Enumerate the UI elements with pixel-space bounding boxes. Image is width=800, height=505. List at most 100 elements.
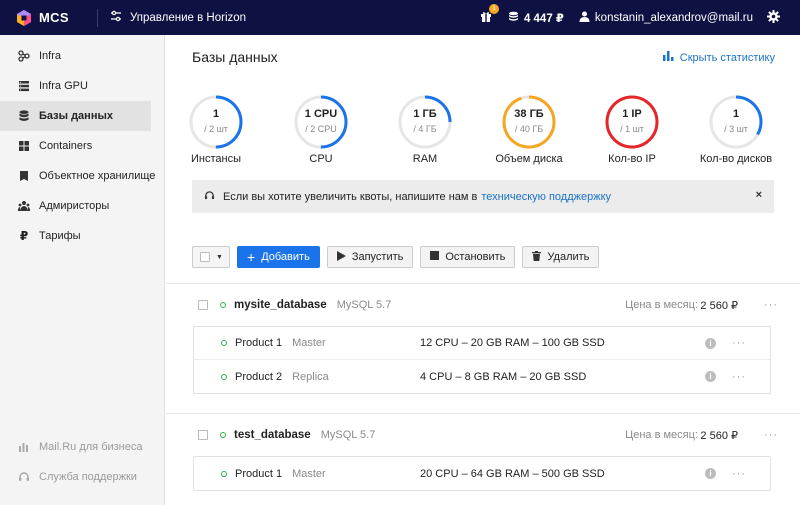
stop-icon <box>430 251 440 263</box>
balance[interactable]: 4 447 ₽ <box>508 11 564 25</box>
more-menu-icon[interactable]: ··· <box>764 429 778 441</box>
delete-button[interactable]: Удалить <box>522 246 600 268</box>
database-icon <box>18 110 30 122</box>
stat-label: Кол-во дисков <box>699 153 773 165</box>
price-label: Цена в месяц: <box>625 429 698 441</box>
quota-stats: 1 / 2 шт Инстансы 1 CPU / 2 CPU CPU 1 ГБ… <box>189 94 780 174</box>
admins-icon <box>18 200 30 212</box>
hide-stats-link[interactable]: Скрыть статистику <box>662 51 775 64</box>
price-value: 2 560 ₽ <box>700 299 738 312</box>
info-icon[interactable]: i <box>705 468 716 479</box>
database-row[interactable]: mysite_database MySQL 5.7 Цена в месяц: … <box>198 297 778 313</box>
product-config: 20 CPU – 64 GB RAM – 500 GB SSD <box>420 467 605 480</box>
product-row[interactable]: Product 1 Master 12 CPU – 20 GB RAM – 10… <box>194 327 770 360</box>
ruble-icon: ₽ <box>19 229 29 243</box>
sidebar-item-databases[interactable]: Базы данных <box>0 101 151 131</box>
gpu-icon <box>18 80 30 92</box>
price-value: 2 560 ₽ <box>700 429 738 442</box>
sidebar-item-label: Базы данных <box>39 110 113 122</box>
stat-total: / 3 шт <box>724 124 748 134</box>
ring-svg <box>502 95 556 149</box>
quota-ring: 1 ГБ / 4 ГБ <box>397 94 453 150</box>
database-name[interactable]: test_database <box>234 429 311 441</box>
stat-ram: 1 ГБ / 4 ГБ RAM <box>385 94 465 165</box>
infra-icon <box>18 50 30 62</box>
sidebar-item-support[interactable]: Служба поддержки <box>0 462 165 492</box>
delete-label: Удалить <box>547 251 590 263</box>
stat-label: RAM <box>412 153 438 165</box>
sidebar-item-tariffs[interactable]: ₽ Тарифы <box>0 221 164 251</box>
ring-svg <box>605 95 659 149</box>
logo[interactable]: MCS <box>15 9 85 27</box>
database-type: MySQL 5.7 <box>336 299 392 311</box>
business-icon <box>18 441 30 453</box>
product-config: 4 CPU – 8 GB RAM – 20 GB SSD <box>420 370 587 383</box>
products-list: Product 1 Master 20 CPU – 64 GB RAM – 50… <box>193 456 771 491</box>
sidebar-item-containers[interactable]: Containers <box>0 131 164 161</box>
sidebar-item-infra[interactable]: Infra <box>0 41 164 71</box>
stat-total: / 1 шт <box>620 124 644 134</box>
divider <box>166 413 800 414</box>
close-icon[interactable]: × <box>756 189 762 201</box>
info-icon[interactable]: i <box>705 371 716 382</box>
sidebar-item-infra-gpu[interactable]: Infra GPU <box>0 71 164 101</box>
stat-instances: 1 / 2 шт Инстансы <box>176 94 256 165</box>
select-all-checkbox[interactable] <box>200 252 210 262</box>
add-button[interactable]: + Добавить <box>237 246 320 268</box>
caret-down-icon: ▼ <box>216 253 223 261</box>
sidebar-item-label: Тарифы <box>39 230 81 242</box>
more-menu-icon[interactable]: ··· <box>732 468 746 480</box>
product-role: Master <box>292 337 326 349</box>
select-all-dropdown[interactable]: ▼ <box>192 246 230 268</box>
quota-notice: Если вы хотите увеличить квоты, напишите… <box>192 180 774 213</box>
balance-value: 4 447 ₽ <box>523 12 564 25</box>
trash-icon <box>532 250 542 264</box>
product-role: Replica <box>292 370 329 383</box>
stat-disks-count: 1 / 3 шт Кол-во дисков <box>696 94 776 165</box>
price-label: Цена в месяц: <box>625 299 698 311</box>
gift-button[interactable]: 1 <box>480 4 499 25</box>
sidebar-item-label: Mail.Ru для бизнеса <box>39 441 143 453</box>
stat-label: Кол-во IP <box>608 153 656 165</box>
status-dot-icon <box>220 302 226 308</box>
start-button[interactable]: Запустить <box>326 246 414 268</box>
divider <box>166 283 800 284</box>
database-row[interactable]: test_database MySQL 5.7 Цена в месяц: 2 … <box>198 427 778 443</box>
sidebar-item-object-storage[interactable]: Объектное хранилище <box>0 161 164 191</box>
row-checkbox[interactable] <box>198 430 208 440</box>
product-config: 12 CPU – 20 GB RAM – 100 GB SSD <box>420 337 605 349</box>
quota-ring: 1 / 3 шт <box>708 94 764 150</box>
stat-total: / 40 ГБ <box>514 124 544 134</box>
stop-button[interactable]: Остановить <box>420 246 516 268</box>
status-dot-icon <box>221 340 227 346</box>
ring-svg <box>294 95 348 149</box>
product-row[interactable]: Product 1 Master 20 CPU – 64 GB RAM – 50… <box>194 457 770 490</box>
coins-icon <box>508 11 519 25</box>
sidebar-item-admins[interactable]: Адмиристоры <box>0 191 164 221</box>
sidebar-item-business[interactable]: Mail.Ru для бизнеса <box>0 432 165 462</box>
database-name[interactable]: mysite_database <box>234 299 327 311</box>
user-email: konstanin_alexandrov@mail.ru <box>594 11 753 24</box>
stat-value: 1 <box>732 108 740 120</box>
info-icon[interactable]: i <box>705 337 716 349</box>
row-checkbox[interactable] <box>198 300 208 310</box>
product-name: Product 2 <box>235 370 283 383</box>
product-row[interactable]: Product 2 Replica 4 CPU – 8 GB RAM – 20 … <box>194 360 770 393</box>
settings-gear-icon[interactable] <box>767 9 780 26</box>
horizon-link[interactable]: Управление в Horizon <box>110 10 246 25</box>
page-title: Базы данных <box>192 49 278 65</box>
more-menu-icon[interactable]: ··· <box>764 299 778 311</box>
stat-label: CPU <box>309 153 333 165</box>
more-menu-icon[interactable]: ··· <box>732 337 746 349</box>
plus-icon: + <box>247 249 256 265</box>
stat-total: / 2 CPU <box>305 124 337 134</box>
ring-svg <box>398 95 452 149</box>
support-link[interactable]: техническую подджержку <box>481 191 611 203</box>
user-menu[interactable]: konstanin_alexandrov@mail.ru <box>579 11 753 25</box>
database-type: MySQL 5.7 <box>320 429 376 441</box>
sidebar-item-label: Infra <box>39 50 62 62</box>
more-menu-icon[interactable]: ··· <box>732 371 746 383</box>
quota-ring: 1 / 2 шт <box>188 94 244 150</box>
stat-cpu: 1 CPU / 2 CPU CPU <box>281 94 361 165</box>
horizon-label: Управление в Horizon <box>130 11 247 24</box>
